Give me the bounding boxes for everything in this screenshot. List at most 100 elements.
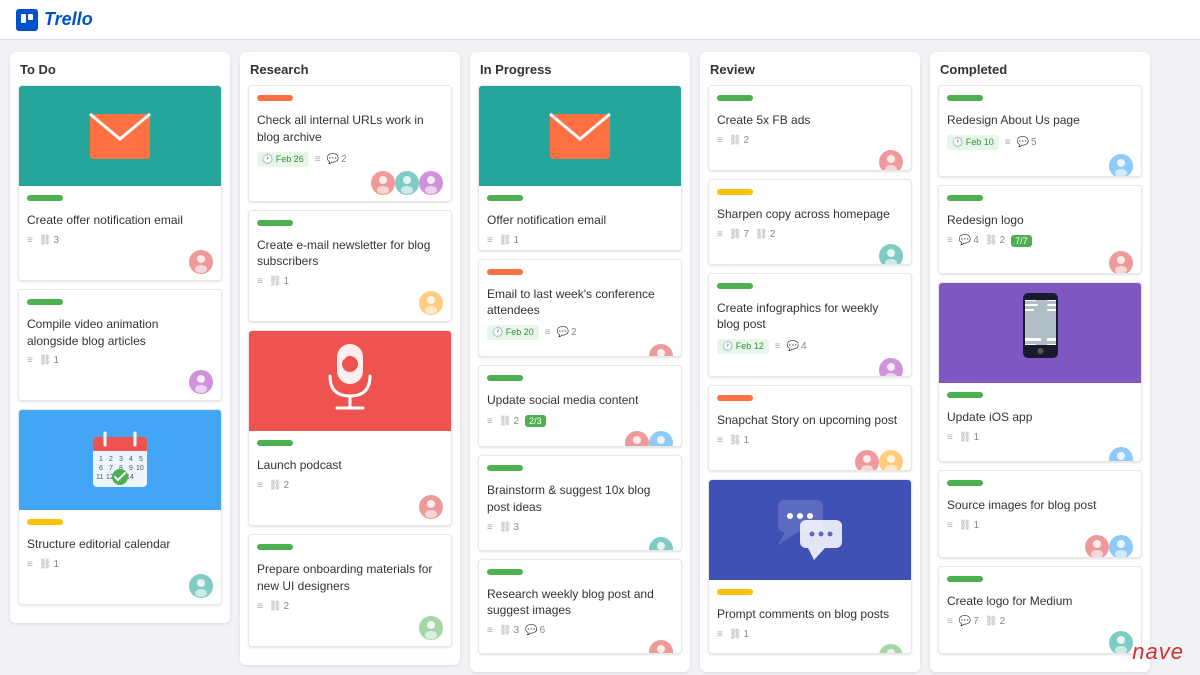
card[interactable]: Email to last week's conference attendee… <box>478 259 682 358</box>
progress-badge: 7/7 <box>1011 235 1032 247</box>
meta-item: ≡ <box>27 355 33 366</box>
meta-item: 💬2 <box>557 327 577 338</box>
card[interactable]: Prepare onboarding materials for new UI … <box>248 534 452 647</box>
card[interactable]: Source images for blog post≡⛓1 <box>938 470 1142 558</box>
card[interactable]: Snapchat Story on upcoming post≡⛓1 <box>708 385 912 471</box>
card-footer <box>487 250 673 251</box>
avatar <box>649 640 673 654</box>
card-body: Offer notification email≡⛓1 <box>479 186 681 251</box>
card[interactable]: Create logo for Medium≡💬7⛓2 <box>938 566 1142 654</box>
meta-item: ⛓2 <box>729 135 749 146</box>
card-title: Update social media content <box>487 392 673 409</box>
meta-icon: 💬 <box>959 235 971 246</box>
meta-icon: ⛓ <box>269 480 282 491</box>
card-meta: ≡⛓1 <box>27 559 213 570</box>
card-label <box>27 519 63 525</box>
trello-logo[interactable]: Trello <box>16 9 93 31</box>
card-footer <box>947 447 1133 462</box>
avatar-group <box>371 171 443 195</box>
card-meta: ≡⛓2 <box>257 601 443 612</box>
meta-value: 4 <box>801 341 807 352</box>
card-label <box>487 269 523 275</box>
card[interactable]: Redesign About Us page🕐 Feb 10≡💬5 <box>938 85 1142 177</box>
card-footer <box>717 244 903 265</box>
avatar-group <box>649 344 673 357</box>
avatar-group <box>419 495 443 519</box>
card-label <box>27 195 63 201</box>
meta-item: ⛓3 <box>499 522 519 533</box>
card[interactable]: 12345 678910 11121314 Structure editoria… <box>18 409 222 605</box>
meta-icon: ≡ <box>487 522 493 533</box>
card-body: Update social media content≡⛓22/3 <box>479 366 681 447</box>
meta-item: ⛓3 <box>499 625 519 636</box>
card[interactable]: Create offer notification email≡⛓3 <box>18 85 222 281</box>
avatar-group <box>649 640 673 654</box>
svg-text:4: 4 <box>129 456 133 463</box>
meta-icon: ≡ <box>947 520 953 531</box>
meta-value: 1 <box>974 520 980 531</box>
avatar <box>879 244 903 265</box>
meta-item: ≡ <box>947 520 953 531</box>
card-footer <box>27 250 213 274</box>
meta-item: ⛓1 <box>39 559 59 570</box>
meta-value: 1 <box>54 559 60 570</box>
meta-item: ⛓1 <box>959 432 979 443</box>
card[interactable]: Create infographics for weekly blog post… <box>708 273 912 377</box>
card-footer <box>487 344 673 357</box>
card-label <box>947 480 983 486</box>
card[interactable]: Launch podcast≡⛓2 <box>248 330 452 526</box>
card-title: Structure editorial calendar <box>27 536 213 553</box>
meta-icon: ≡ <box>27 235 33 246</box>
card-title: Create logo for Medium <box>947 593 1133 610</box>
card[interactable]: Create 5x FB ads≡⛓2 <box>708 85 912 171</box>
meta-value: 3 <box>54 235 60 246</box>
card[interactable]: Sharpen copy across homepage≡⛓7⛓2 <box>708 179 912 265</box>
card[interactable]: Redesign logo≡💬4⛓27/7 <box>938 185 1142 274</box>
card-title: Research weekly blog post and suggest im… <box>487 586 673 620</box>
card-title: Prepare onboarding materials for new UI … <box>257 561 443 595</box>
card-body: Structure editorial calendar ≡⛓1 <box>19 510 221 604</box>
card-title: Brainstorm & suggest 10x blog post ideas <box>487 482 673 516</box>
svg-text:10: 10 <box>136 465 144 472</box>
svg-text:7: 7 <box>109 465 113 472</box>
meta-icon: ≡ <box>1005 137 1011 148</box>
card[interactable]: Prompt comments on blog posts≡⛓1 <box>708 479 912 654</box>
card-body: Launch podcast≡⛓2 <box>249 431 451 525</box>
meta-icon: ⛓ <box>959 520 972 531</box>
meta-value: 2 <box>744 135 750 146</box>
column-title-research: Research <box>248 62 452 77</box>
card[interactable]: Create e-mail newsletter for blog subscr… <box>248 210 452 323</box>
svg-text:2: 2 <box>109 456 113 463</box>
card-body: Brainstorm & suggest 10x blog post ideas… <box>479 456 681 550</box>
meta-icon: ⛓ <box>499 416 512 427</box>
card[interactable]: Update social media content≡⛓22/3 <box>478 365 682 447</box>
avatar <box>419 291 443 315</box>
card[interactable]: Research weekly blog post and suggest im… <box>478 559 682 654</box>
avatar <box>649 431 673 447</box>
card-title: Redesign logo <box>947 212 1133 229</box>
meta-value: 6 <box>540 625 546 636</box>
card[interactable]: Brainstorm & suggest 10x blog post ideas… <box>478 455 682 550</box>
card-image <box>939 283 1141 383</box>
trello-logo-text: Trello <box>44 9 93 30</box>
avatar <box>419 171 443 195</box>
meta-item: ≡ <box>717 135 723 146</box>
meta-icon: ⛓ <box>499 625 512 636</box>
avatar-group <box>189 250 213 274</box>
card-title: Redesign About Us page <box>947 112 1133 129</box>
card[interactable]: Offer notification email≡⛓1 <box>478 85 682 251</box>
card[interactable]: Check all internal URLs work in blog arc… <box>248 85 452 202</box>
card-footer <box>257 495 443 519</box>
meta-icon: ≡ <box>775 341 781 352</box>
card-image <box>19 86 221 186</box>
card[interactable]: Compile video animation alongside blog a… <box>18 289 222 402</box>
avatar <box>649 250 673 251</box>
card-body: Update iOS app≡⛓1 <box>939 383 1141 462</box>
card-footer <box>487 537 673 551</box>
avatar <box>879 150 903 171</box>
avatar <box>1109 631 1133 654</box>
card[interactable]: Update iOS app≡⛓1 <box>938 282 1142 462</box>
card-title: Prompt comments on blog posts <box>717 606 903 623</box>
meta-item: 💬7 <box>959 616 979 627</box>
card-title: Offer notification email <box>487 212 673 229</box>
